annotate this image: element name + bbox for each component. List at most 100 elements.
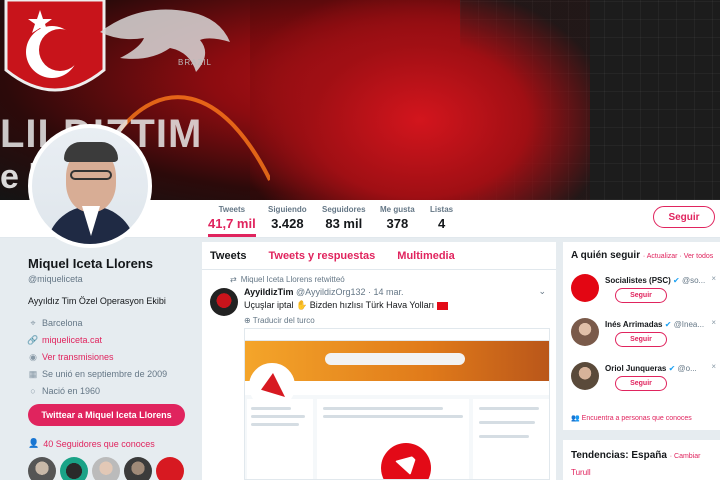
profile-bio: Ayyıldız Tim Özel Operasyon Ekibi [28, 296, 166, 306]
suggestion-avatar[interactable] [571, 362, 599, 390]
turkey-flag-icon [437, 301, 449, 310]
stat-value: 41,7 mil [208, 216, 256, 231]
tab-tweets[interactable]: Tweets [210, 250, 246, 262]
stat-value: 4 [437, 216, 446, 231]
suggestion-name[interactable]: Oriol Junqueras ✔ @o... [605, 364, 697, 373]
timeline: Tweets Tweets y respuestas Multimedia ⇄ … [202, 242, 556, 480]
stat-value: 378 [386, 216, 409, 231]
born-row: ○ Nació en 1960 [28, 386, 193, 396]
follower-avatar[interactable] [60, 457, 88, 480]
link-icon: 🔗 [27, 334, 39, 345]
embed-line [479, 435, 529, 438]
trend-item[interactable]: Turull [571, 468, 591, 477]
stat-label: Seguidores [322, 205, 366, 214]
suggestion-name-text: Oriol Junqueras [605, 364, 667, 373]
embed-line [251, 415, 305, 418]
verified-icon: ✔ [668, 364, 676, 373]
suggestion-handle: @so... [681, 276, 706, 285]
trends-change-link[interactable]: · Cambiar [670, 453, 701, 460]
follower-avatar[interactable] [124, 457, 152, 480]
banner-red-figure [250, 0, 590, 200]
stat-likes[interactable]: Me gusta 378 [380, 205, 415, 231]
retweet-note-text: Miquel Iceta Llorens retwitteó [240, 275, 345, 284]
broadcast-icon: ◉ [29, 351, 37, 362]
avatar[interactable] [28, 124, 152, 248]
tab-media[interactable]: Multimedia [397, 250, 454, 262]
banner-map-label: BRAZIL [178, 58, 213, 67]
broadcasts-row[interactable]: ◉ Ver transmisiones [28, 351, 193, 363]
suggestion-name-text: Socialistes (PSC) [605, 276, 671, 285]
profile-sidebar: Miquel Iceta Llorens @miqueliceta Ayyıld… [27, 256, 193, 480]
find-people-text: Encuentra a personas que conoces [581, 415, 692, 422]
website-row[interactable]: 🔗 miqueliceta.cat [27, 334, 193, 346]
close-icon[interactable]: × [711, 274, 716, 283]
known-followers-text: 40 Seguidores que conoces [43, 438, 155, 449]
embed-plane [325, 353, 465, 365]
stat-following[interactable]: Siguiendo 3.428 [268, 205, 307, 231]
tweet-image[interactable] [244, 328, 550, 480]
people-icon: 👤 [28, 438, 40, 448]
suggestion-follow-button[interactable]: Seguir [615, 376, 667, 391]
website-link[interactable]: miqueliceta.cat [42, 335, 102, 345]
translate-text: Traducir del turco [252, 316, 315, 325]
close-icon[interactable]: × [711, 318, 716, 327]
tab-tweets-and-replies[interactable]: Tweets y respuestas [268, 250, 375, 262]
tweet-header: AyyildizTim @AyyildizOrg132 · 14 mar. [244, 287, 404, 297]
people-icon: 👥 [571, 415, 580, 422]
find-people-link[interactable]: 👥 Encuentra a personas que conoces [571, 414, 692, 422]
follower-avatar[interactable] [92, 457, 120, 480]
suggestion-avatar[interactable] [571, 274, 599, 302]
born-text: Nació en 1960 [42, 386, 101, 396]
stat-label: Listas [430, 205, 454, 214]
profile-handle[interactable]: @miqueliceta [28, 274, 193, 284]
broadcasts-link[interactable]: Ver transmisiones [42, 352, 114, 362]
tweet-text: Uçuşlar iptal ✋ Bizden hızlısı Türk Hava… [244, 300, 449, 311]
follow-button[interactable]: Seguir [653, 206, 715, 228]
suggestion-item: Inés Arrimadas ✔ @Inea... Seguir × [571, 318, 720, 358]
chevron-down-icon[interactable]: ⌄ [538, 286, 546, 297]
follower-avatar[interactable] [28, 457, 56, 480]
suggestion-follow-button[interactable]: Seguir [615, 332, 667, 347]
follower-avatar[interactable] [156, 457, 184, 480]
embed-right-col [473, 399, 549, 479]
suggestion-name[interactable]: Socialistes (PSC) ✔ @so... [605, 276, 705, 285]
tweet-author-name[interactable]: AyyildizTim [244, 287, 294, 297]
embed-line [479, 407, 539, 410]
stat-lists[interactable]: Listas 4 [430, 205, 453, 231]
joined-row: ▦ Se unió en septiembre de 2009 [28, 369, 193, 380]
known-followers-link[interactable]: 👤 40 Seguidores que conoces [28, 438, 193, 449]
location-row: ⌖ Barcelona [28, 317, 193, 329]
twitter-profile-page: BRAZIL LILDIZTIM e l iz! Tweets 41,7 mil… [0, 0, 720, 480]
joined-text: Se unió en septiembre de 2009 [42, 369, 168, 379]
timeline-tabs: Tweets Tweets y respuestas Multimedia [202, 242, 556, 270]
close-icon[interactable]: × [711, 362, 716, 371]
avatar-hair [64, 142, 118, 162]
retweet-icon: ⇄ [230, 275, 237, 284]
tweet-author-handle[interactable]: @AyyildizOrg132 · 14 mar. [296, 287, 404, 297]
embed-line [323, 415, 463, 418]
stat-label: Siguiendo [268, 205, 307, 214]
embed-left-col [247, 399, 313, 479]
verified-icon: ✔ [664, 320, 672, 329]
profile-name[interactable]: Miquel Iceta Llorens [28, 256, 193, 271]
stat-tweets[interactable]: Tweets 41,7 mil [208, 205, 256, 237]
suggestion-avatar[interactable] [571, 318, 599, 346]
embed-line [479, 421, 535, 424]
translate-link[interactable]: ⊕ Traducir del turco [244, 316, 315, 325]
suggestion-name-text: Inés Arrimadas [605, 320, 663, 329]
suggestion-name[interactable]: Inés Arrimadas ✔ @Inea... [605, 320, 704, 329]
balloon-icon: ○ [30, 386, 36, 396]
tweet-author-avatar[interactable] [210, 288, 238, 316]
who-to-follow-title: A quién seguir · Actualizar · Ver todos [571, 250, 713, 261]
stat-value: 3.428 [271, 216, 304, 231]
location-pin-icon: ⌖ [30, 317, 36, 328]
trends-heading: Tendencias: España [571, 450, 667, 461]
stat-value: 83 mil [325, 216, 363, 231]
avatar-glasses [70, 170, 112, 180]
who-to-follow-links[interactable]: · Actualizar · Ver todos [643, 253, 713, 260]
stat-label: Tweets [218, 205, 246, 214]
verified-icon: ✔ [673, 276, 680, 285]
stat-followers[interactable]: Seguidores 83 mil [322, 205, 366, 231]
tweet-to-button[interactable]: Twittear a Miquel Iceta Llorens [28, 404, 185, 426]
suggestion-follow-button[interactable]: Seguir [615, 288, 667, 303]
